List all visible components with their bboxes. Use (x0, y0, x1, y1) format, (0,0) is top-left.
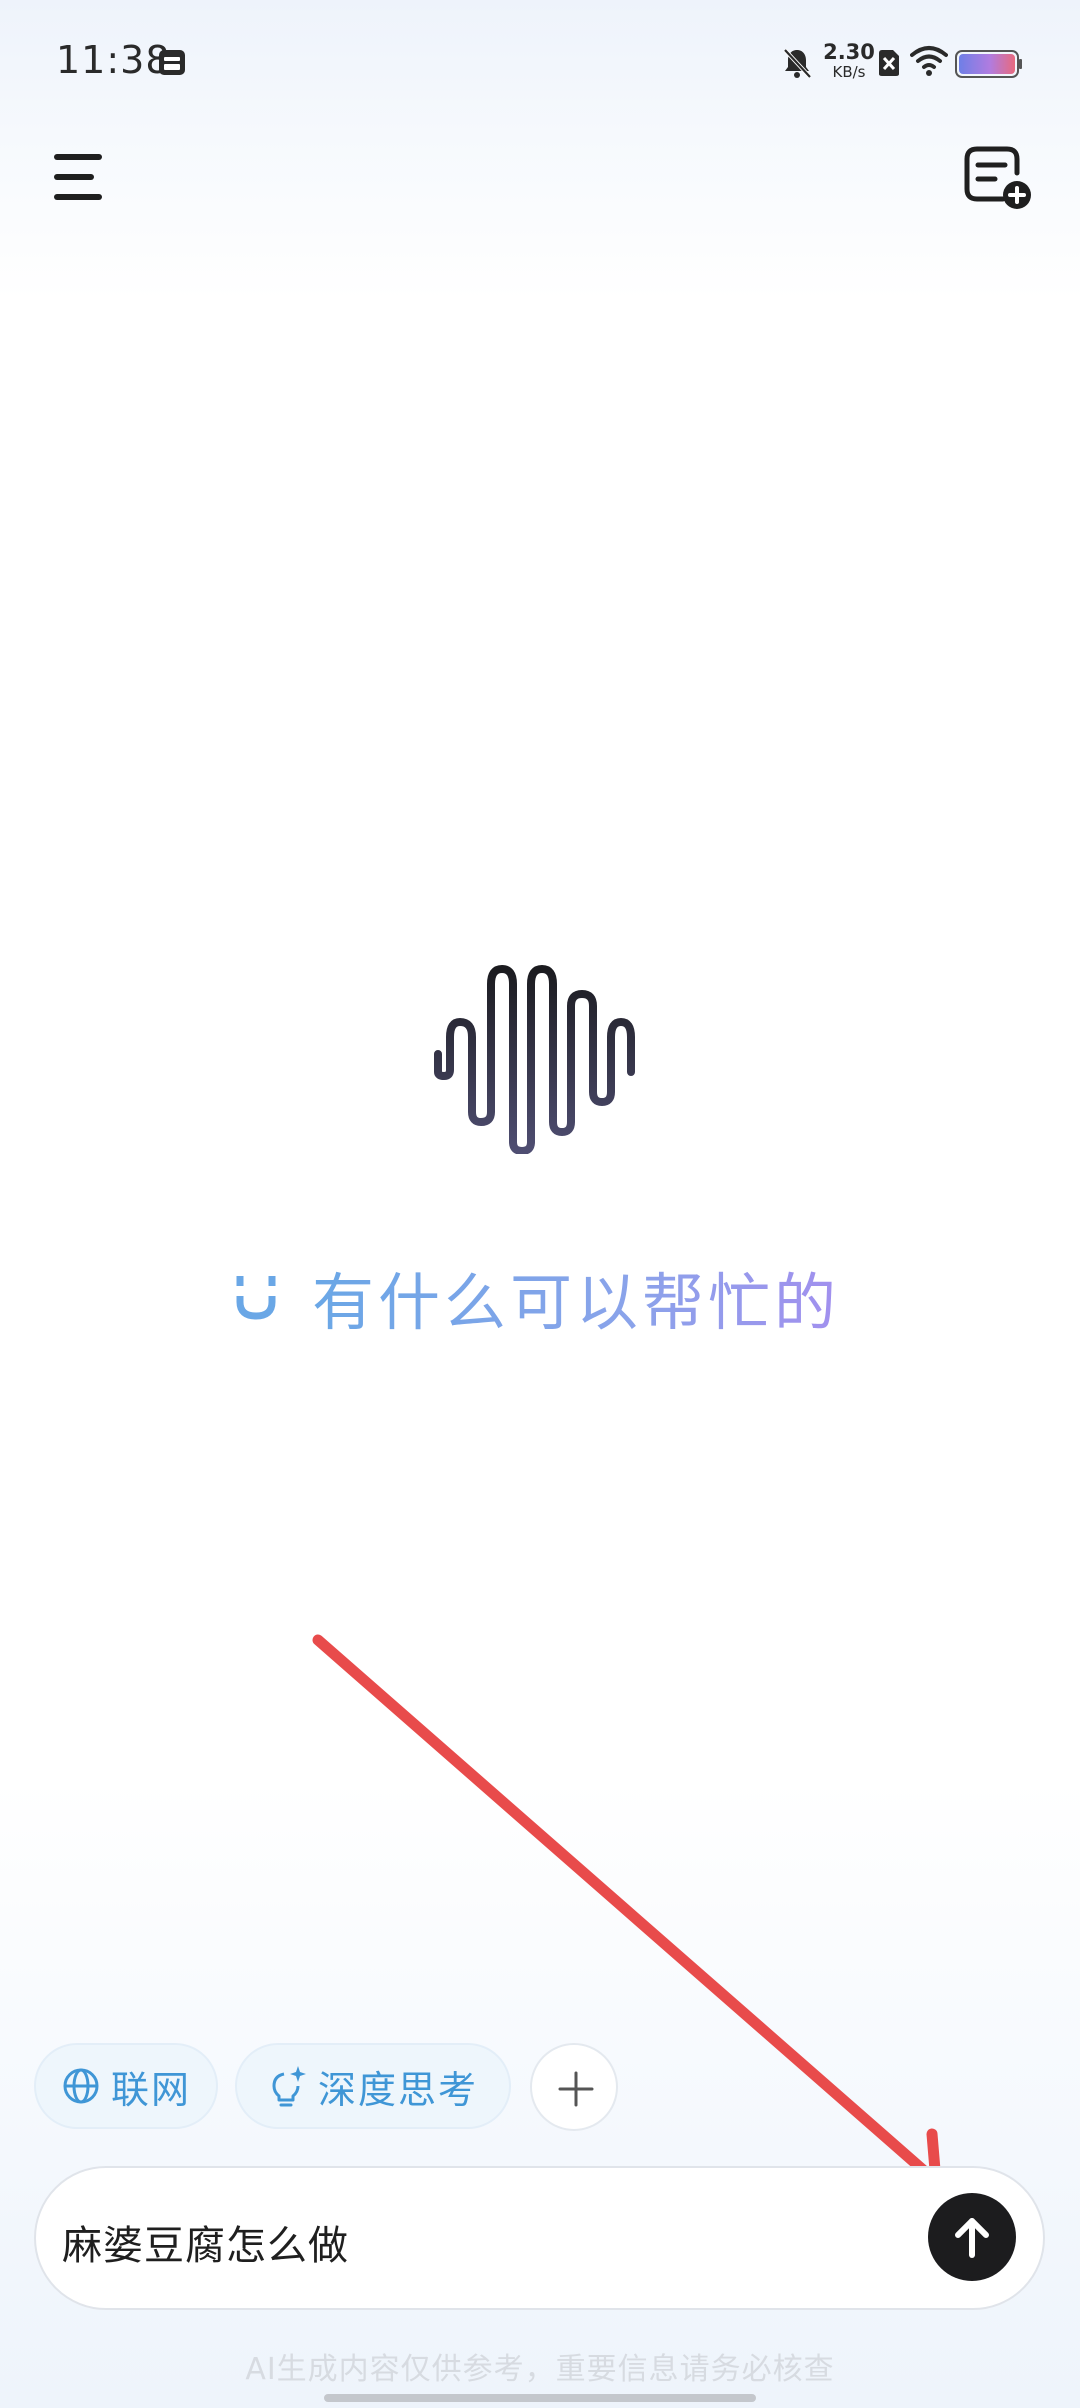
deep-think-label: 深度思考 (317, 2067, 478, 2112)
status-time: 11:38 (56, 38, 171, 82)
calendar-icon (159, 50, 185, 75)
hamburger-menu-icon (54, 154, 102, 200)
network-speed-value: 2.30 (823, 40, 875, 64)
assistant-logo-icon (434, 965, 635, 1154)
typing-cursor-icon (234, 1276, 278, 1320)
more-options-button[interactable] (530, 2043, 618, 2131)
battery-icon (955, 50, 1022, 78)
web-search-chip[interactable]: 联网 (34, 2043, 218, 2129)
globe-icon (63, 2068, 99, 2104)
lightbulb-icon (272, 2066, 306, 2107)
network-speed: 2.30 KB/s (820, 42, 878, 80)
message-input[interactable]: 麻婆豆腐怎么做 (62, 2213, 349, 2271)
greeting-text: 有什么可以帮忙的 (312, 1252, 840, 1342)
deep-think-chip[interactable]: 深度思考 (235, 2043, 511, 2129)
web-search-label: 联网 (110, 2067, 191, 2112)
wifi-icon (910, 46, 948, 76)
new-chat-button[interactable] (963, 145, 1035, 213)
new-chat-icon (964, 146, 1031, 209)
plus-icon (558, 2071, 594, 2107)
network-speed-unit: KB/s (832, 63, 866, 81)
bell-off-icon (783, 48, 812, 79)
home-indicator[interactable] (324, 2394, 756, 2402)
menu-button[interactable] (48, 148, 112, 208)
status-bar: 11:38 2.30 KB/s (0, 0, 1080, 130)
send-button[interactable] (928, 2193, 1016, 2281)
sim-disabled-icon (879, 50, 899, 76)
ai-disclaimer: AI生成内容仅供参考，重要信息请务必核查 (245, 2352, 835, 2387)
arrow-up-icon (955, 2218, 989, 2258)
